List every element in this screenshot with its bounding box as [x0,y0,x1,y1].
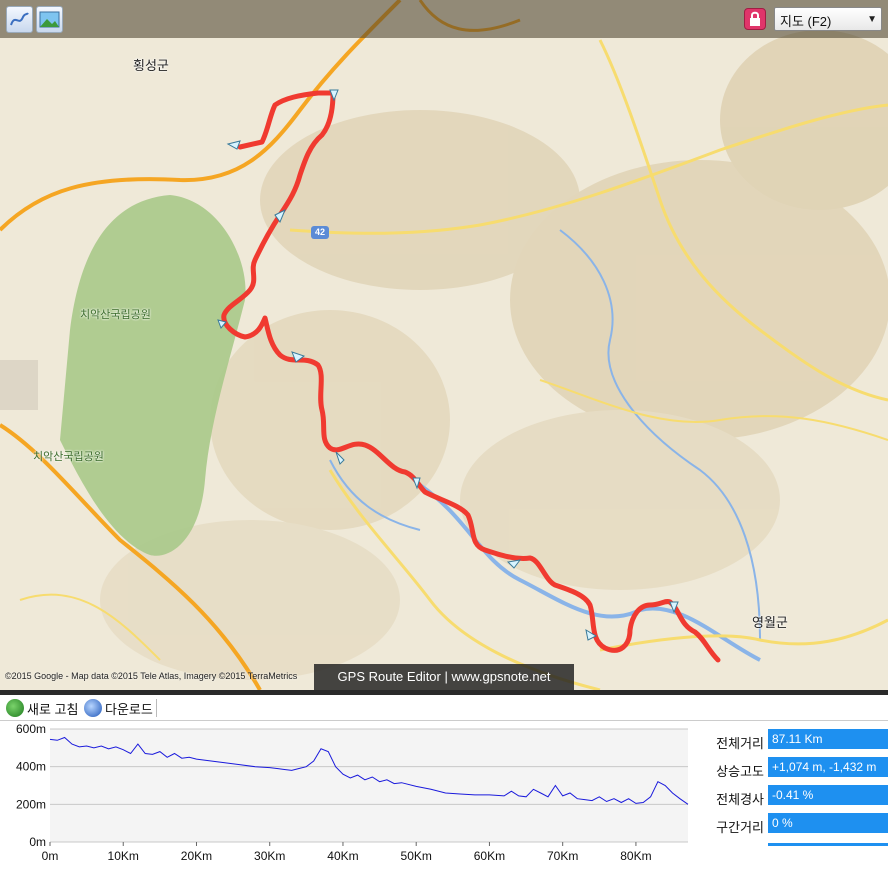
gps-route-editor: 횡성군 치악산국립공원 치악산국립공원 영월군 42 지도 (F2) ▼ ©20… [0,0,888,882]
download-button[interactable]: 다운로드 [84,698,153,718]
chevron-down-icon: ▼ [867,14,877,25]
x-tick-label: 70Km [547,849,578,863]
photo-icon [39,11,60,28]
x-tick-label: 30Km [254,849,285,863]
track-graph-button[interactable] [6,6,33,33]
chart-x-axis: 0m 10Km 20Km 30Km 40Km 50Km 60Km 70Km 80Km [42,842,652,863]
brand-banner[interactable]: GPS Route Editor | www.gpsnote.net [314,664,574,690]
stat-elevation-gain: 상승고도 +1,074 m, -1,432 m [700,757,888,785]
elevation-chart[interactable]: 0m 200m 400m 600m 0m 10Km 20Km 30Km 40Km 50Km 60K… [0,721,700,882]
map-terrain [0,0,888,690]
y-tick-label: 0m [29,835,46,849]
chart-plot-area [50,729,688,842]
y-tick-label: 400m [16,760,46,774]
refresh-label: 새로 고침 [27,701,79,717]
avg-grade-value: -0.41 % [768,785,888,805]
avg-grade-label: 전체경사 [716,792,764,807]
lock-icon [750,11,760,26]
y-tick-label: 200m [16,797,46,811]
stat-avg-grade: 전체경사 -0.41 % [700,785,888,813]
label-hoengseong: 횡성군 [133,58,169,73]
stat-segment-distance: 구간거리 0 % [700,813,888,841]
label-chiak-park-north: 치악산국립공원 [80,309,151,321]
segment-distance-value: 0 % [768,813,888,833]
map-attribution: ©2015 Google - Map data ©2015 Tele Atlas… [5,671,298,681]
x-tick-label: 20Km [181,849,212,863]
x-tick-label: 60Km [474,849,505,863]
toolbar-separator [156,699,157,717]
x-tick-label: 80Km [620,849,651,863]
chart-y-axis: 0m 200m 400m 600m [16,722,46,849]
x-tick-label: 0m [42,849,59,863]
route-42-badge: 42 [311,226,329,239]
route-stats: 전체거리 87.11 Km 상승고도 +1,074 m, -1,432 m 전체… [700,729,888,841]
elevation-panel: 새로 고침 다운로드 0m 200m 400m 600m 0m 10Km 20Km 30Km… [0,695,888,882]
label-yeongwol: 영월군 [752,615,788,630]
track-graph-icon [10,12,29,26]
total-distance-value: 87.11 Km [768,729,888,749]
map-view[interactable]: 횡성군 치악산국립공원 치악산국립공원 영월군 42 지도 (F2) ▼ ©20… [0,0,888,690]
stat-row-partial [768,843,888,846]
stat-total-distance: 전체거리 87.11 Km [700,729,888,757]
total-distance-label: 전체거리 [716,736,764,751]
lock-button[interactable] [744,8,766,30]
globe-icon [84,699,102,717]
x-tick-label: 50Km [401,849,432,863]
elevation-gain-label: 상승고도 [716,764,764,779]
refresh-icon [6,699,24,717]
y-tick-label: 600m [16,722,46,736]
x-tick-label: 10Km [108,849,139,863]
photo-button[interactable] [36,6,63,33]
label-chiak-park-south: 치악산국립공원 [33,451,104,463]
download-label: 다운로드 [105,701,153,717]
x-tick-label: 40Km [327,849,358,863]
map-type-selected: 지도 (F2) [780,14,832,29]
panel-toolbar: 새로 고침 다운로드 [0,695,888,721]
elevation-gain-value: +1,074 m, -1,432 m [768,757,888,777]
refresh-button[interactable]: 새로 고침 [6,698,78,718]
map-toolbar: 지도 (F2) ▼ [0,0,888,38]
map-type-select[interactable]: 지도 (F2) ▼ [774,7,882,31]
segment-distance-label: 구간거리 [716,820,764,835]
